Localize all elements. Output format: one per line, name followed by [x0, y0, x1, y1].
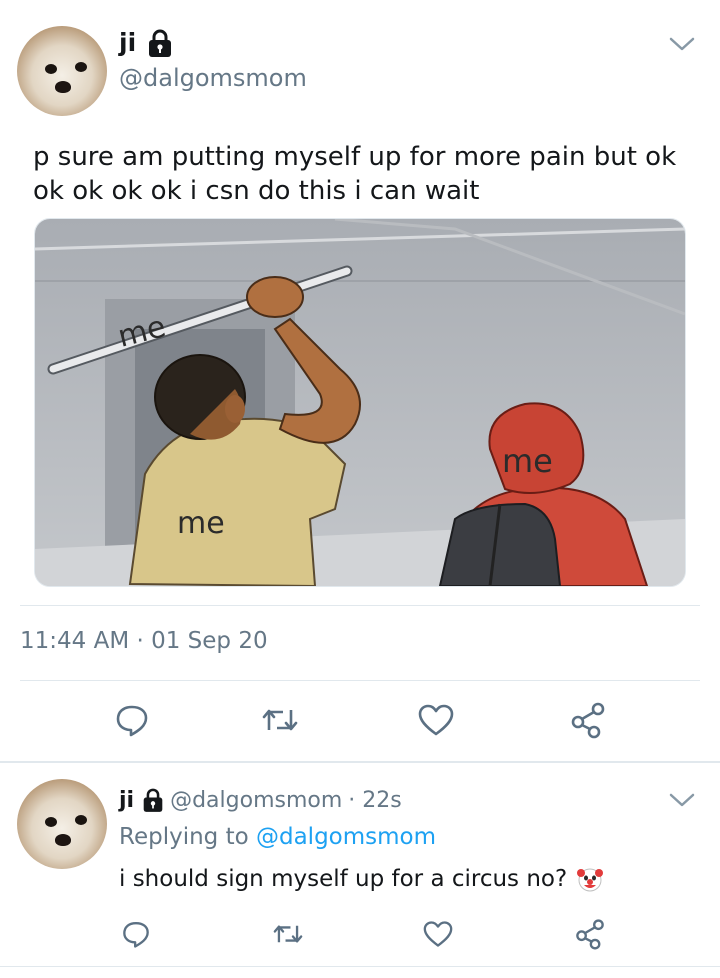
reply-handle[interactable]: @dalgomsmom: [170, 788, 342, 813]
chevron-down-icon[interactable]: [668, 34, 696, 54]
retweet-button[interactable]: [258, 700, 302, 740]
replying-to-prefix: Replying to: [119, 824, 249, 850]
share-button[interactable]: [566, 700, 610, 740]
reply-retweet-button[interactable]: [268, 916, 308, 952]
heart-icon: [423, 921, 453, 947]
tweet-media-image[interactable]: me me me: [34, 218, 686, 587]
reply-header: ji @dalgomsmom · 22s: [119, 785, 402, 815]
reply-icon: [116, 705, 148, 737]
clown-emoji-icon: [577, 868, 604, 892]
lock-icon: [149, 29, 171, 57]
replying-to-mention[interactable]: @dalgomsmom: [256, 824, 436, 850]
divider: [20, 680, 700, 681]
user-handle[interactable]: @dalgomsmom: [119, 64, 307, 92]
tweet-timestamp[interactable]: 11:44 AM · 01 Sep 20: [20, 628, 268, 654]
meme-illustration: me me me: [35, 219, 685, 586]
avatar[interactable]: [17, 26, 107, 116]
reply-share-button[interactable]: [570, 916, 610, 952]
share-icon: [576, 919, 604, 950]
like-button[interactable]: [414, 700, 458, 740]
replying-to: Replying to @dalgomsmom: [119, 824, 436, 850]
lock-icon: [143, 788, 163, 812]
reply-text: i should sign myself up for a circus no?: [119, 866, 568, 892]
retweet-icon: [273, 925, 303, 943]
meme-label-shirt: me: [177, 506, 225, 541]
reply-avatar[interactable]: [17, 779, 107, 869]
reply-age: · 22s: [348, 787, 402, 813]
meme-label-hood: me: [502, 442, 553, 480]
reply-icon: [123, 922, 149, 948]
avatar-eye: [75, 62, 87, 72]
avatar-eye: [45, 817, 57, 827]
reply-text-row: i should sign myself up for a circus no?: [119, 864, 605, 894]
reply-like-button[interactable]: [418, 916, 458, 952]
share-icon: [571, 702, 605, 739]
reply-button[interactable]: [110, 700, 154, 740]
divider: [0, 761, 720, 763]
avatar-nose: [55, 81, 71, 93]
avatar-eye: [75, 815, 87, 825]
retweet-icon: [262, 709, 298, 731]
chevron-down-icon[interactable]: [668, 790, 696, 810]
divider: [0, 966, 720, 967]
tweet-text: p sure am putting myself up for more pai…: [33, 142, 677, 206]
display-name[interactable]: ji: [119, 28, 136, 57]
divider: [20, 605, 700, 606]
heart-icon: [418, 704, 454, 736]
avatar-eye: [45, 64, 57, 74]
reply-reply-button[interactable]: [116, 916, 156, 952]
reply-display-name[interactable]: ji: [119, 788, 134, 813]
avatar-nose: [55, 834, 71, 846]
